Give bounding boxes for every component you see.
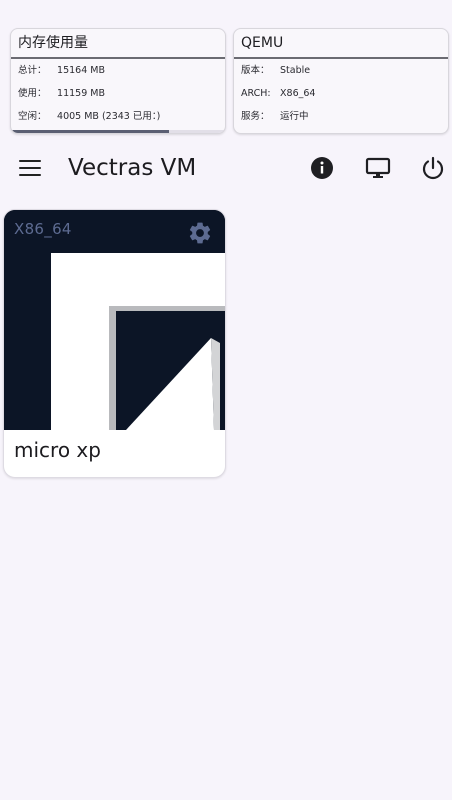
qemu-service-label: 服务： [241, 111, 270, 122]
qemu-version-value: Stable [280, 65, 311, 76]
qemu-version-row: 版本： Stable [234, 59, 448, 82]
qemu-arch-row: ARCH: X86_64 [234, 82, 448, 105]
vm-card[interactable]: X86_64 micro xp [3, 209, 226, 478]
vm-arch-label: X86_64 [14, 220, 72, 238]
qemu-service-row: 服务： 运行中 [234, 105, 448, 128]
vm-name: micro xp [14, 438, 101, 462]
app-title: Vectras VM [68, 155, 197, 181]
monitor-icon[interactable] [365, 155, 391, 181]
qemu-arch-value: X86_64 [280, 88, 316, 99]
top-app-bar: Vectras VM [0, 142, 452, 196]
memory-total-label: 总计： [18, 65, 47, 76]
memory-total-row: 总计： 15164 MB [11, 59, 225, 82]
vm-thumbnail: X86_64 [4, 210, 225, 430]
memory-used-label: 使用： [18, 88, 47, 99]
settings-gear-icon[interactable] [187, 220, 213, 246]
memory-total-value: 15164 MB [57, 65, 105, 76]
memory-free-row: 空闲： 4005 MB (2343 已用：) [11, 105, 225, 128]
qemu-arch-label: ARCH: [241, 88, 271, 99]
qemu-info-card: QEMU 版本： Stable ARCH: X86_64 服务： 运行中 [233, 28, 449, 134]
memory-free-value: 4005 MB (2343 已用：) [57, 111, 161, 122]
memory-progress-bar [11, 130, 225, 133]
qemu-card-title: QEMU [234, 29, 448, 59]
qemu-version-label: 版本： [241, 65, 270, 76]
memory-used-value: 11159 MB [57, 88, 105, 99]
memory-card-title: 内存使用量 [11, 29, 225, 59]
memory-usage-card: 内存使用量 总计： 15164 MB 使用： 11159 MB 空闲： 4005… [10, 28, 226, 134]
memory-used-row: 使用： 11159 MB [11, 82, 225, 105]
menu-icon[interactable] [19, 160, 41, 176]
qemu-service-value: 运行中 [280, 111, 309, 122]
power-icon[interactable] [420, 155, 446, 181]
memory-progress-fill [11, 130, 170, 133]
memory-free-label: 空闲： [18, 111, 47, 122]
info-icon[interactable] [309, 155, 335, 181]
